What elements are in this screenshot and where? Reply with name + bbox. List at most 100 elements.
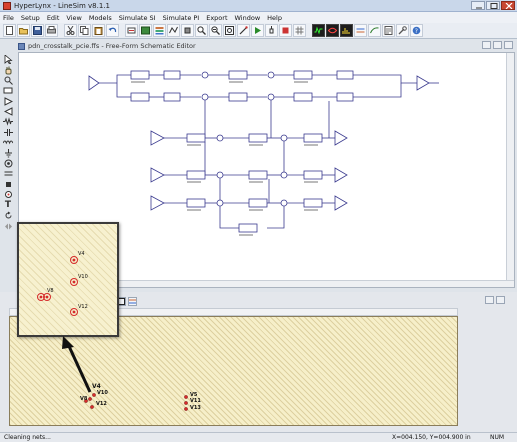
run-icon[interactable] <box>251 24 264 37</box>
tline-segment <box>303 170 323 180</box>
grid-icon[interactable] <box>293 24 306 37</box>
tline-segment <box>238 223 258 233</box>
tline-segment <box>248 170 268 180</box>
cursor-coordinates: X=004.150, Y=004.900 in <box>392 434 471 441</box>
status-bar: Cleaning nets... X=004.150, Y=004.900 in… <box>0 432 517 442</box>
coupling-icon[interactable] <box>2 169 14 178</box>
tline-segment <box>293 70 313 80</box>
tline-segment <box>130 70 150 80</box>
driver-symbol <box>88 75 100 91</box>
tline-segment <box>303 198 323 208</box>
undo-icon[interactable] <box>106 24 119 37</box>
menu-simulate-si[interactable]: Simulate SI <box>119 14 156 22</box>
via-label-v10: V10 <box>97 390 108 396</box>
sweep-icon[interactable] <box>368 24 381 37</box>
copy-icon[interactable] <box>78 24 91 37</box>
zoom-out-icon[interactable] <box>209 24 222 37</box>
minimize-button[interactable] <box>471 1 485 10</box>
text-icon[interactable]: T <box>2 200 14 210</box>
probe-tool-icon[interactable] <box>2 190 14 199</box>
eye-diagram-icon[interactable] <box>326 24 339 37</box>
capacitor-icon[interactable] <box>2 128 14 137</box>
crosstalk-icon[interactable] <box>354 24 367 37</box>
via-marker <box>90 405 94 409</box>
flip-icon[interactable] <box>2 222 14 231</box>
menu-setup[interactable]: Setup <box>21 14 40 22</box>
tline-segment <box>186 170 206 180</box>
editor-close-button[interactable] <box>504 41 513 49</box>
zoom-icon[interactable] <box>2 76 14 85</box>
menu-window[interactable]: Window <box>235 14 261 22</box>
menu-view[interactable]: View <box>66 14 81 22</box>
via-label-v4: V4 <box>92 383 101 390</box>
pointer-icon[interactable] <box>2 55 14 65</box>
zoom-callout: V4 V10 V8 V12 <box>17 222 119 337</box>
editor-title-text: pdn_crosstalk_pcie.ffs - Free-Form Schem… <box>28 42 196 50</box>
zoom-fit-icon[interactable] <box>223 24 236 37</box>
tools-icon[interactable] <box>396 24 409 37</box>
layer-stack-icon[interactable] <box>153 24 166 37</box>
tline-segment <box>186 133 206 143</box>
probe-icon[interactable] <box>237 24 250 37</box>
stop-icon[interactable] <box>279 24 292 37</box>
tline-segment <box>163 92 181 102</box>
schematic-icon[interactable] <box>125 24 138 37</box>
rotate-icon[interactable] <box>2 211 14 220</box>
via-label-v11: V11 <box>190 398 201 404</box>
tline-segment <box>248 198 268 208</box>
callout-vias <box>37 256 78 316</box>
board-minimize-button[interactable] <box>485 296 494 304</box>
via-marker <box>184 401 188 405</box>
menu-models[interactable]: Models <box>89 14 112 22</box>
transmission-line-icon[interactable] <box>2 86 14 95</box>
board-maximize-button[interactable] <box>496 296 505 304</box>
resistor-icon[interactable] <box>2 117 14 127</box>
save-icon[interactable] <box>31 24 44 37</box>
open-folder-icon[interactable] <box>17 24 30 37</box>
menu-simulate-pi[interactable]: Simulate PI <box>163 14 200 22</box>
net-icon[interactable] <box>167 24 180 37</box>
oscilloscope-icon[interactable] <box>312 24 325 37</box>
maximize-button[interactable] <box>486 1 500 10</box>
port-icon[interactable] <box>2 180 14 189</box>
close-button[interactable] <box>501 1 515 10</box>
menu-help[interactable]: Help <box>267 14 282 22</box>
driver-icon[interactable] <box>2 96 14 106</box>
ground-icon[interactable] <box>2 148 14 158</box>
menu-file[interactable]: File <box>3 14 14 22</box>
menu-export[interactable]: Export <box>206 14 227 22</box>
cut-icon[interactable] <box>64 24 77 37</box>
help-icon[interactable]: ? <box>410 24 423 37</box>
terminator-icon[interactable] <box>265 24 278 37</box>
receiver-icon[interactable] <box>2 107 14 116</box>
via-icon[interactable] <box>2 159 14 168</box>
via-marker <box>92 393 96 397</box>
report-icon[interactable] <box>382 24 395 37</box>
editor-window-controls <box>482 41 513 49</box>
tline-segment <box>228 70 248 80</box>
tline-segment <box>186 198 206 208</box>
vertical-scrollbar[interactable] <box>506 53 514 287</box>
window-controls <box>471 1 515 10</box>
spectrum-icon[interactable] <box>340 24 353 37</box>
board-icon[interactable] <box>139 24 152 37</box>
toolbar-separator <box>59 24 63 37</box>
inductor-icon[interactable] <box>2 138 14 147</box>
hand-icon[interactable] <box>2 65 14 75</box>
new-file-icon[interactable] <box>3 24 16 37</box>
board-window-controls <box>485 296 505 304</box>
zoom-in-icon[interactable] <box>195 24 208 37</box>
menu-edit[interactable]: Edit <box>47 14 60 22</box>
status-message: Cleaning nets... <box>4 434 51 441</box>
component-icon[interactable] <box>181 24 194 37</box>
callout-label-v4: V4 <box>78 251 85 257</box>
paste-icon[interactable] <box>92 24 105 37</box>
editor-minimize-button[interactable] <box>482 41 491 49</box>
print-icon[interactable] <box>45 24 58 37</box>
via-label-v8: V8 <box>80 396 88 402</box>
editor-maximize-button[interactable] <box>493 41 502 49</box>
board-layers-icon[interactable] <box>128 296 137 306</box>
window-titlebar: HyperLynx - LineSim v8.1.1 <box>0 0 517 12</box>
receiver-symbol <box>334 167 348 183</box>
schematic-tool-palette: T <box>2 55 16 231</box>
